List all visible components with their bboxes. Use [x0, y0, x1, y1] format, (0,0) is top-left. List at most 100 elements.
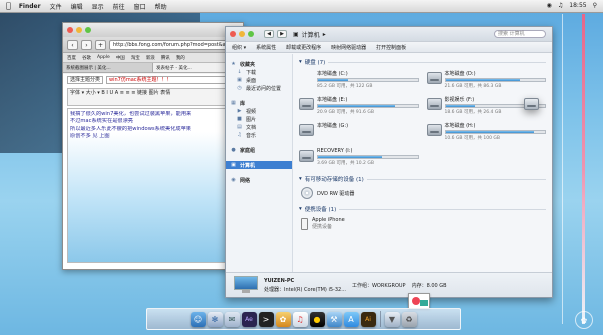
sidebar-label: 音乐 [246, 132, 257, 139]
drive-item[interactable]: 本地磁盘 (G:) [299, 122, 419, 143]
minimize-icon[interactable] [76, 27, 82, 33]
forward-button[interactable]: ▶ [277, 30, 287, 38]
sidebar-item-desktop[interactable]: ▣ 桌面 [226, 76, 292, 84]
minimize-icon[interactable] [239, 31, 245, 37]
bookmark-item[interactable]: 谷歌 [82, 55, 91, 61]
iphone-device-item[interactable]: Apple iPhone 便携设备 [301, 217, 546, 230]
editor-body[interactable]: 我搞了很久的win7美化，也尝试过装黑苹果，能用来 不过mac系统实在是很漂亮 … [67, 108, 239, 263]
sidebar-item-music[interactable]: ♫ 音乐 [226, 131, 292, 139]
mail-icon[interactable]: ✉ [224, 312, 240, 327]
qq-icon[interactable]: ● [309, 312, 325, 327]
itunes-icon[interactable]: ♫ [292, 312, 308, 327]
desktop-icon: ▣ [237, 77, 242, 83]
dvd-drive-item[interactable]: DVD RW 驱动器 [301, 187, 546, 199]
sidebar-item-downloads[interactable]: ↓ 下载 [226, 68, 292, 76]
volume-icon[interactable]: ♫ [558, 3, 563, 9]
editor-toolbar[interactable]: 字体 ▾ 大小 ▾ B I U A ≡ ≡ ≡ 链接 图片 表情 [67, 88, 239, 106]
browser-tab[interactable]: 系统截图展示 | 美化... [63, 63, 153, 72]
safari-icon[interactable]: ✻ [207, 312, 223, 327]
section-title: 有可移动存储的设备 (1) [304, 177, 364, 183]
menu-window[interactable]: 窗口 [134, 2, 146, 11]
drive-item[interactable]: RECOVERY (I:) 3.69 GB 可用，共 10.2 GB [299, 148, 419, 169]
illustrator-icon[interactable]: Ai [360, 312, 376, 327]
section-removable[interactable]: ▾ 有可移动存储的设备 (1) [299, 175, 546, 183]
subject-input[interactable]: win7仿mac系统主题！！！ [106, 76, 239, 84]
bookmark-item[interactable]: Apple [97, 55, 110, 60]
downloads-stack-icon[interactable]: ▼ [384, 312, 400, 327]
zoom-icon[interactable] [248, 31, 254, 37]
sidebar-item-documents[interactable]: ▤ 文档 [226, 123, 292, 131]
section-portable[interactable]: ▾ 便携设备 (1) [299, 205, 546, 213]
control-panel-button[interactable]: 打开控制面板 [376, 44, 406, 51]
uninstall-button[interactable]: 卸载或更改程序 [286, 44, 321, 51]
bookmark-item[interactable]: 新浪 [146, 55, 155, 61]
spotlight-icon[interactable]: ⚲ [593, 3, 597, 9]
add-tab-button[interactable]: + [95, 39, 106, 50]
xcode-icon[interactable]: ⚒ [326, 312, 342, 327]
sidebar-item-recent[interactable]: ◷ 最近访问的位置 [226, 84, 292, 92]
drive-item[interactable]: 本地磁盘 (C:) 85.2 GB 可用，共 122 GB [299, 70, 539, 110]
desktop-sticker-icon[interactable] [408, 293, 430, 309]
zoom-icon[interactable] [85, 27, 91, 33]
menu-bar:  Finder 文件 编辑 显示 前往 窗口 帮助 ◉ ♫ 18:55 ⚲ [0, 0, 603, 13]
sidebar-item-libraries[interactable]: ▦ 库 [226, 99, 292, 107]
organize-button[interactable]: 组织 ▾ [232, 44, 246, 51]
menu-file[interactable]: 文件 [50, 2, 62, 11]
bookmark-item[interactable]: 淘宝 [131, 55, 140, 61]
sidebar: ★ 收藏夹 ↓ 下载 ▣ 桌面 ◷ 最近访问的位置 ▦ 库 ▶ 视频 ■ 图片 … [226, 54, 293, 273]
editor-line: 不过mac系统实在是很漂亮 [70, 118, 133, 125]
bookmark-item[interactable]: 百度 [67, 55, 76, 61]
browser-tabs: 系统截图展示 | 美化... 发表帖子 - 美化... [63, 63, 243, 73]
menu-edit[interactable]: 编辑 [71, 2, 83, 11]
hard-disk-icon [299, 124, 314, 136]
computer-icon: ▣ [293, 30, 299, 38]
drive-name: 本地磁盘 (H:) [444, 123, 476, 129]
search-input[interactable]: 搜索 计算机 [494, 30, 546, 38]
wifi-icon[interactable]: ◉ [547, 3, 552, 9]
photos-icon[interactable]: ✿ [275, 312, 291, 327]
drive-item[interactable]: 本地磁盘 (E:) 20.9 GB 可用，共 91.6 GB [299, 96, 419, 117]
menu-go[interactable]: 前往 [113, 2, 125, 11]
bookmark-item[interactable]: 我的 [176, 55, 185, 61]
forward-button[interactable]: › [81, 39, 92, 50]
menu-view[interactable]: 显示 [92, 2, 104, 11]
close-icon[interactable] [67, 27, 73, 33]
drive-usage-bar [444, 130, 546, 134]
finder-icon[interactable]: ☺ [190, 312, 206, 327]
drive-item[interactable]: 本地磁盘 (D:) 21.6 GB 可用，共 86.3 GB [426, 70, 546, 91]
hard-disk-icon [426, 72, 442, 84]
after-effects-icon[interactable]: Ae [241, 312, 257, 327]
drive-item[interactable]: 本地磁盘 (H:) 10.6 GB 可用，共 100 GB [426, 122, 546, 143]
imac-icon [234, 276, 258, 294]
drive-usage-bar [317, 155, 419, 159]
back-button[interactable]: ‹ [67, 39, 78, 50]
sidebar-item-computer[interactable]: ▣ 计算机 [226, 161, 292, 169]
breadcrumb-computer[interactable]: 计算机 [302, 30, 320, 39]
bookmark-item[interactable]: 腾讯 [161, 55, 170, 61]
bookmark-item[interactable]: 中国 [116, 55, 125, 61]
sidebar-item-favorites[interactable]: ★ 收藏夹 [226, 60, 292, 68]
back-button[interactable]: ◀ [264, 30, 274, 38]
section-title: 便携设备 (1) [304, 207, 337, 213]
map-drive-button[interactable]: 映射网络驱动器 [331, 44, 366, 51]
menu-help[interactable]: 帮助 [155, 2, 167, 11]
sidebar-label: 计算机 [240, 162, 256, 169]
app-store-icon[interactable]: A [343, 312, 359, 327]
sidebar-item-homegroup[interactable]: ● 家庭组 [226, 146, 292, 154]
hard-disk-icon [426, 98, 442, 110]
terminal-icon[interactable]: > [258, 312, 274, 327]
breadcrumb[interactable]: ▣ 计算机 ▸ [293, 30, 326, 39]
system-properties-button[interactable]: 系统属性 [256, 44, 276, 51]
clock[interactable]: 18:55 [569, 3, 586, 9]
section-hard-disks[interactable]: ▾ 硬盘 (7) [299, 58, 546, 66]
sidebar-item-pictures[interactable]: ■ 图片 [226, 115, 292, 123]
apple-menu-icon[interactable]:  [6, 2, 11, 10]
close-icon[interactable] [230, 31, 236, 37]
address-bar[interactable]: http://bbs.fong.com/forum.php?mod=post&a… [109, 39, 239, 50]
sidebar-item-videos[interactable]: ▶ 视频 [226, 107, 292, 115]
sidebar-item-network[interactable]: ◉ 网络 [226, 176, 292, 184]
trash-icon[interactable]: ♻ [401, 312, 417, 327]
app-menu[interactable]: Finder [19, 3, 41, 10]
status-area: ◉ ♫ 18:55 ⚲ [547, 3, 597, 9]
category-select[interactable]: 选择主题分类 [67, 76, 104, 84]
